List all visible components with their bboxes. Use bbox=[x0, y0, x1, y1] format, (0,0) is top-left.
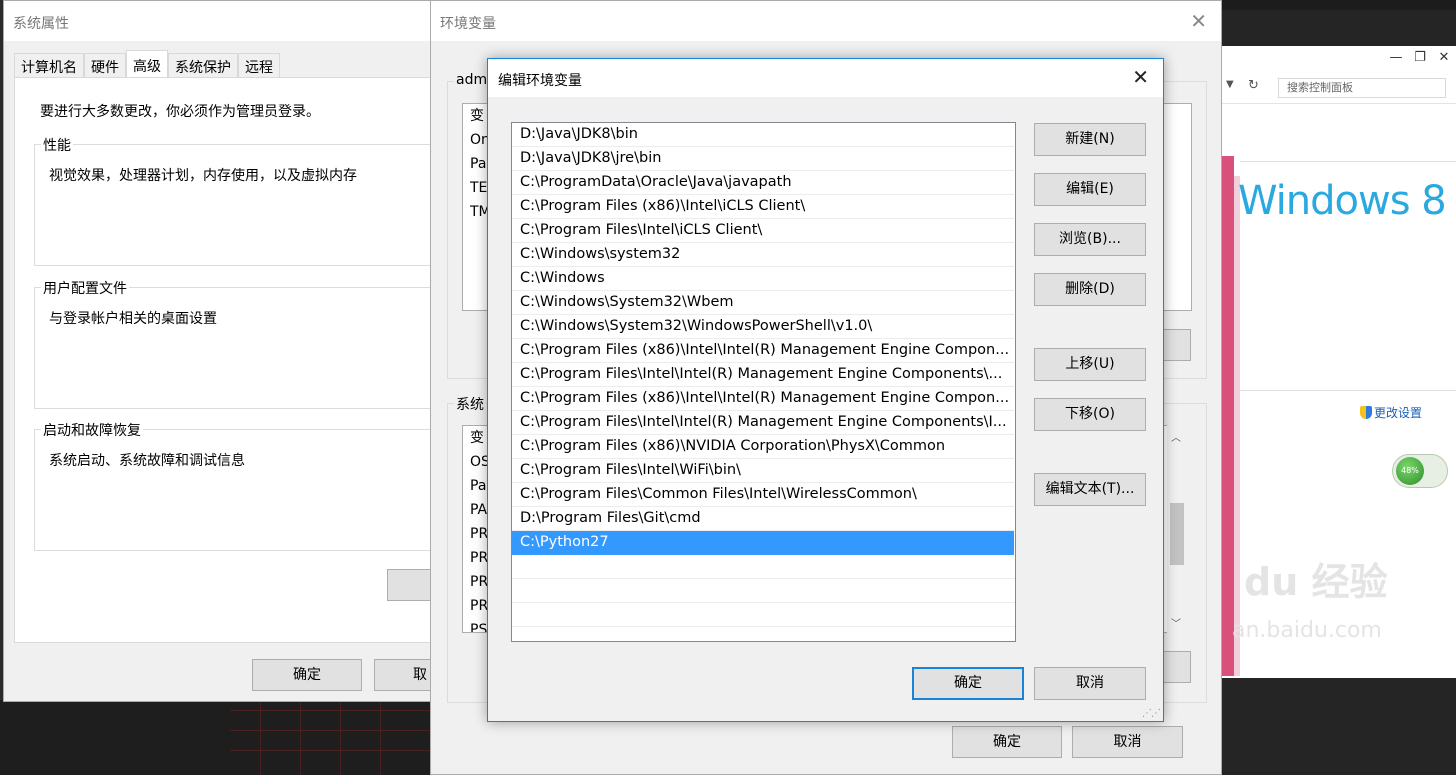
path-list[interactable]: D:\Java\JDK8\bin D:\Java\JDK8\jre\bin C:\P… bbox=[511, 122, 1016, 642]
search-input[interactable]: 搜索控制面板 bbox=[1278, 78, 1446, 98]
path-list-item[interactable]: C:\Windows bbox=[512, 267, 1014, 291]
group-label: 系统 bbox=[454, 394, 486, 414]
path-list-item[interactable]: C:\Windows\system32 bbox=[512, 243, 1014, 267]
advanced-tab-panel: 要进行大多数更改，你必须作为管理员登录。 性能 视觉效果，处理器计划，内存使用，… bbox=[14, 77, 434, 643]
startup-recovery-group: 启动和故障恢复 系统启动、系统故障和调试信息 bbox=[34, 420, 434, 551]
path-list-item[interactable]: C:\Program Files\Intel\WiFi\bin\ bbox=[512, 459, 1014, 483]
empty-list-row[interactable] bbox=[512, 555, 1015, 579]
performance-gauge[interactable]: 48% bbox=[1392, 454, 1448, 488]
windows-logo-text: Windows 8 bbox=[1238, 178, 1447, 224]
path-list-item[interactable]: C:\Program Files\Common Files\Intel\Wire… bbox=[512, 483, 1014, 507]
minimize-icon[interactable]: — bbox=[1384, 46, 1408, 72]
path-list-item[interactable]: C:\Windows\System32\Wbem bbox=[512, 291, 1014, 315]
tab-hardware[interactable]: 硬件 bbox=[84, 53, 126, 78]
dialog-title: 编辑环境变量 ✕ bbox=[488, 59, 1163, 97]
path-list-item[interactable]: D:\Java\JDK8\jre\bin bbox=[512, 147, 1014, 171]
group-label: 用户配置文件 bbox=[41, 278, 129, 298]
empty-list-row[interactable] bbox=[512, 579, 1015, 603]
path-list-item[interactable]: C:\ProgramData\Oracle\Java\javapath bbox=[512, 171, 1014, 195]
ok-button[interactable]: 确定 bbox=[952, 726, 1062, 758]
group-label: 启动和故障恢复 bbox=[41, 420, 143, 440]
performance-group: 性能 视觉效果，处理器计划，内存使用，以及虚拟内存 bbox=[34, 135, 434, 266]
cancel-button[interactable]: 取消 bbox=[1072, 726, 1183, 758]
edit-text-button[interactable]: 编辑文本(T)... bbox=[1034, 473, 1146, 506]
tab-bar: 计算机名 硬件 高级 系统保护 远程 bbox=[14, 50, 280, 78]
empty-list-row[interactable] bbox=[512, 603, 1015, 627]
window-controls: — ❐ ✕ bbox=[1384, 46, 1456, 72]
scrollbar-thumb[interactable] bbox=[1170, 503, 1184, 565]
watermark-url: an.baidu.com bbox=[1232, 618, 1382, 643]
control-panel-window: — ❐ ✕ ▼ ↻ 搜索控制面板 Windows 8 更改设置 48% du 经… bbox=[1222, 46, 1456, 678]
change-settings-link[interactable]: 更改设置 bbox=[1360, 404, 1422, 421]
address-bar: ▼ ↻ 搜索控制面板 bbox=[1222, 74, 1456, 104]
cancel-button[interactable]: 取消 bbox=[1034, 667, 1146, 700]
refresh-icon[interactable]: ↻ bbox=[1248, 78, 1259, 93]
move-down-button[interactable]: 下移(O) bbox=[1034, 398, 1146, 431]
browse-button[interactable]: 浏览(B)... bbox=[1034, 223, 1146, 256]
environment-variables-button[interactable] bbox=[387, 569, 434, 601]
admin-note: 要进行大多数更改，你必须作为管理员登录。 bbox=[40, 104, 320, 120]
path-list-item[interactable]: D:\Java\JDK8\bin bbox=[512, 123, 1014, 147]
ok-button[interactable]: 确定 bbox=[252, 659, 362, 691]
tab-system-protection[interactable]: 系统保护 bbox=[168, 53, 238, 78]
path-list-item[interactable]: C:\Program Files (x86)\Intel\Intel(R) Ma… bbox=[512, 387, 1014, 411]
resize-grip-icon[interactable]: ⋰⋰ bbox=[1142, 708, 1161, 719]
edit-environment-variable-dialog: 编辑环境变量 ✕ D:\Java\JDK8\bin D:\Java\JDK8\jr… bbox=[487, 58, 1164, 722]
close-icon[interactable]: ✕ bbox=[1132, 65, 1149, 89]
group-label: 性能 bbox=[41, 135, 73, 155]
path-list-item[interactable]: C:\Python27 bbox=[512, 531, 1014, 555]
shield-icon bbox=[1360, 406, 1372, 419]
gauge-ball-icon: 48% bbox=[1396, 457, 1424, 485]
path-list-item[interactable]: C:\Program Files (x86)\Intel\Intel(R) Ma… bbox=[512, 339, 1014, 363]
group-description: 视觉效果，处理器计划，内存使用，以及虚拟内存 bbox=[49, 168, 357, 184]
path-list-item[interactable]: D:\Program Files\Git\cmd bbox=[512, 507, 1014, 531]
close-icon[interactable]: ✕ bbox=[1190, 9, 1207, 33]
path-list-item[interactable]: C:\Program Files (x86)\NVIDIA Corporatio… bbox=[512, 435, 1014, 459]
close-icon[interactable]: ✕ bbox=[1432, 46, 1456, 72]
path-list-item[interactable]: C:\Program Files\Intel\Intel(R) Manageme… bbox=[512, 411, 1014, 435]
group-label: adm bbox=[454, 72, 490, 88]
window-title: 系统属性 bbox=[4, 1, 434, 41]
system-properties-window: 系统属性 计算机名 硬件 高级 系统保护 远程 要进行大多数更改，你必须作为管理… bbox=[3, 0, 435, 702]
path-list-item[interactable]: C:\Program Files\Intel\Intel(R) Manageme… bbox=[512, 363, 1014, 387]
tab-computer-name[interactable]: 计算机名 bbox=[14, 53, 84, 78]
desktop-background bbox=[0, 700, 430, 775]
group-description: 系统启动、系统故障和调试信息 bbox=[49, 453, 245, 469]
user-profiles-group: 用户配置文件 与登录帐户相关的桌面设置 bbox=[34, 278, 434, 409]
group-description: 与登录帐户相关的桌面设置 bbox=[49, 311, 217, 327]
watermark: du 经验 bbox=[1244, 560, 1388, 604]
move-up-button[interactable]: 上移(U) bbox=[1034, 348, 1146, 381]
window-title: 环境变量 ✕ bbox=[431, 1, 1221, 41]
new-button[interactable]: 新建(N) bbox=[1034, 123, 1146, 156]
decorative-bar bbox=[1234, 176, 1240, 676]
restore-icon[interactable]: ❐ bbox=[1408, 46, 1432, 72]
chevron-down-icon[interactable]: ﹀ bbox=[1171, 615, 1181, 630]
system-variables-scrollbar[interactable]: ︿ ﹀ bbox=[1167, 425, 1187, 633]
tab-advanced[interactable]: 高级 bbox=[126, 50, 168, 78]
ok-button[interactable]: 确定 bbox=[912, 667, 1024, 700]
cancel-button[interactable]: 取 bbox=[374, 659, 434, 691]
delete-button[interactable]: 删除(D) bbox=[1034, 273, 1146, 306]
decorative-bar bbox=[1222, 156, 1234, 676]
chevron-down-icon[interactable]: ▼ bbox=[1226, 79, 1234, 90]
path-list-item[interactable]: C:\Windows\System32\WindowsPowerShell\v1… bbox=[512, 315, 1014, 339]
chevron-up-icon[interactable]: ︿ bbox=[1171, 429, 1181, 444]
path-list-item[interactable]: C:\Program Files\Intel\iCLS Client\ bbox=[512, 219, 1014, 243]
tab-remote[interactable]: 远程 bbox=[238, 53, 280, 78]
path-list-item[interactable]: C:\Program Files (x86)\Intel\iCLS Client… bbox=[512, 195, 1014, 219]
edit-button[interactable]: 编辑(E) bbox=[1034, 173, 1146, 206]
empty-list-row[interactable] bbox=[512, 627, 1015, 641]
